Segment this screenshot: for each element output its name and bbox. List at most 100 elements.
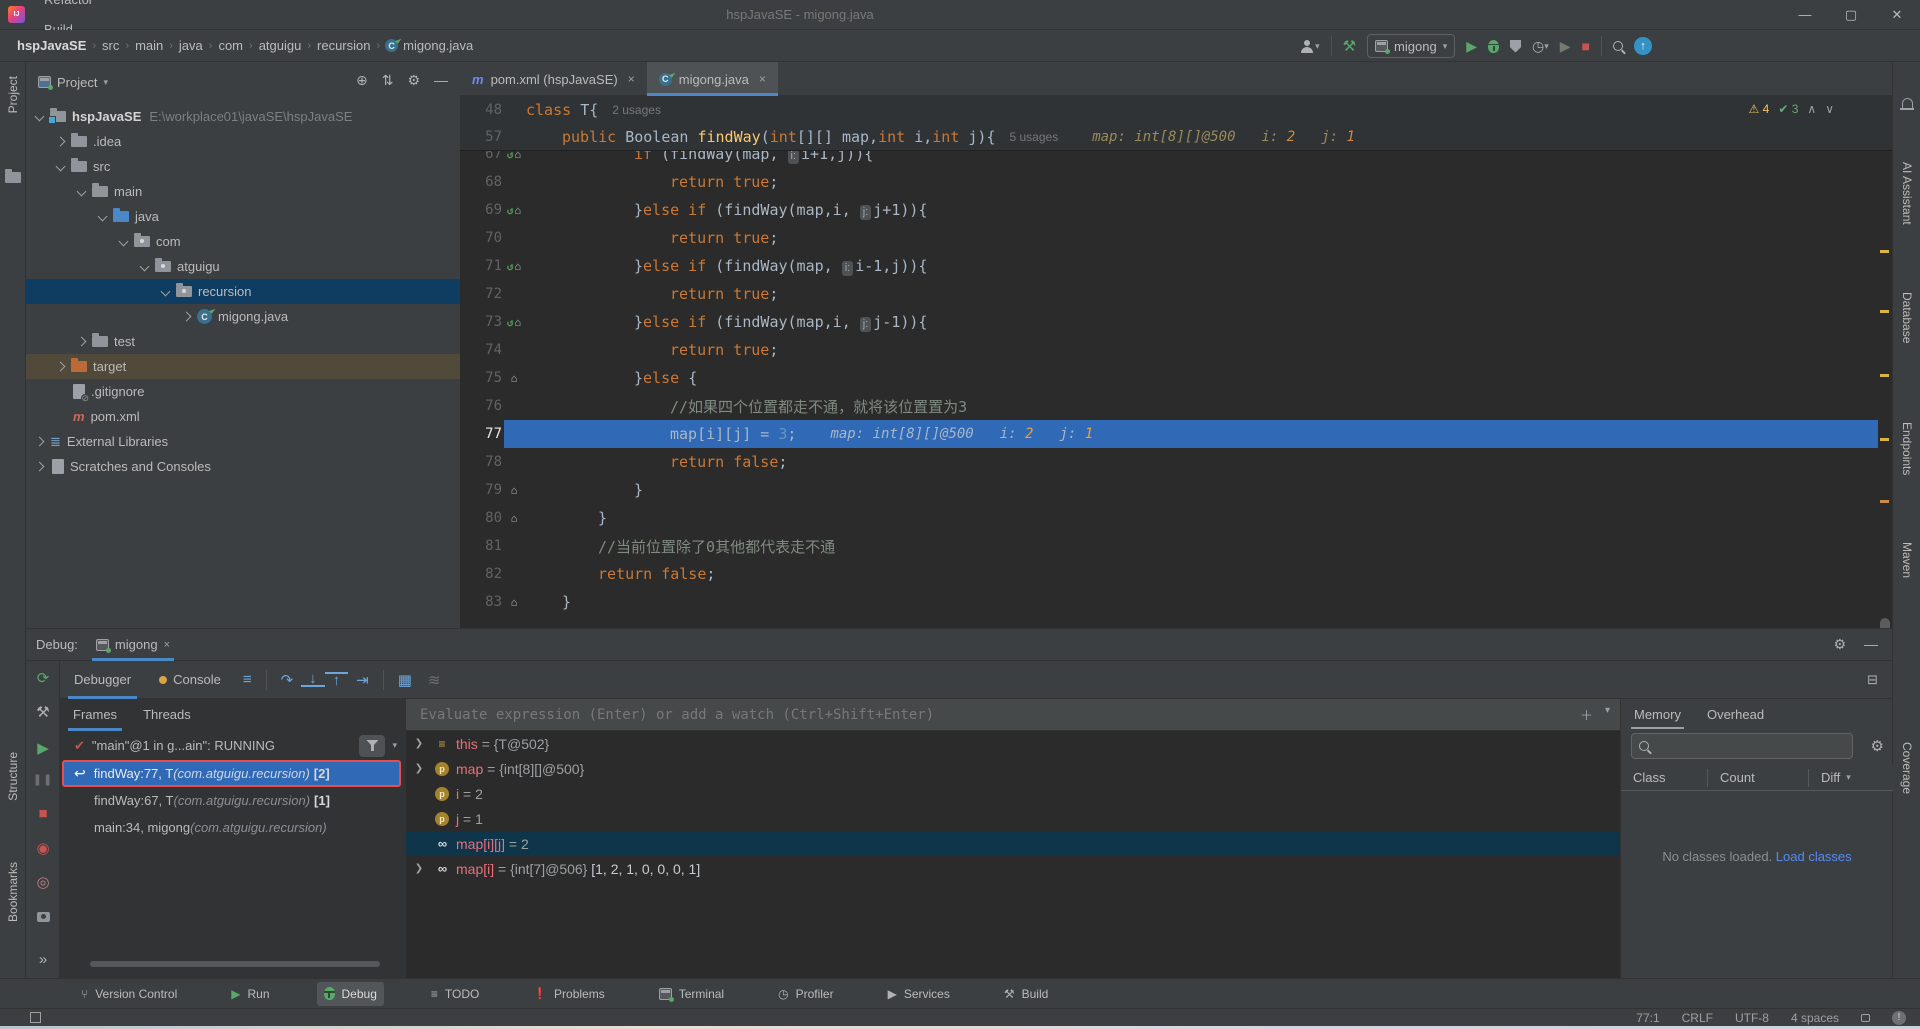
memory-column-diff[interactable]: Diff▾ bbox=[1809, 770, 1851, 785]
code-line-73[interactable]: 73↺⌂}else if (findWay(map,i, j:j-1)){ bbox=[460, 308, 1892, 336]
tree-item-hspJavaSE[interactable]: hspJavaSEE:\workplace01\javaSE\hspJavaSE bbox=[26, 104, 460, 129]
project-folder-icon[interactable] bbox=[0, 172, 26, 183]
tree-chevron-icon[interactable] bbox=[161, 287, 171, 297]
tree-item-recursion[interactable]: recursion bbox=[26, 279, 460, 304]
screenshot-icon[interactable] bbox=[26, 909, 60, 926]
tree-item-atguigu[interactable]: atguigu bbox=[26, 254, 460, 279]
toolwindow-button-terminal[interactable]: Terminal bbox=[652, 982, 731, 1006]
toolwindow-button-problems[interactable]: ❗Problems bbox=[526, 982, 611, 1006]
code-line-76[interactable]: 76//如果四个位置都走不通，就将该位置置为3 bbox=[460, 392, 1892, 420]
tree-chevron-icon[interactable] bbox=[77, 187, 87, 197]
tree-item-External-Libraries[interactable]: ≣External Libraries bbox=[26, 429, 460, 454]
stop-button[interactable]: ■ bbox=[1582, 38, 1590, 54]
tree-item-.gitignore[interactable]: .gitignore bbox=[26, 379, 460, 404]
inspections-widget[interactable]: ⚠ 4 ✔ 3 ∧ ∨ bbox=[1743, 100, 1840, 118]
frames-hscrollbar[interactable] bbox=[90, 961, 380, 967]
memory-search-input[interactable] bbox=[1631, 733, 1853, 759]
line-ending[interactable]: CRLF bbox=[1682, 1011, 1713, 1025]
code-line-70[interactable]: 70return true; bbox=[460, 224, 1892, 252]
settings-gear-icon[interactable]: ⚙ bbox=[1871, 737, 1884, 755]
expand-collapse-icon[interactable]: ⇅ bbox=[382, 72, 394, 89]
code-line-68[interactable]: 68return true; bbox=[460, 168, 1892, 196]
tool-strip-project[interactable]: Project bbox=[0, 76, 26, 113]
mute-breakpoints-icon[interactable]: ◎ bbox=[26, 873, 60, 891]
code-editor[interactable]: 67↺⌂if (findWay(map, i:i+1,j)){68return … bbox=[460, 96, 1892, 628]
breadcrumb-item-src[interactable]: src bbox=[99, 38, 122, 53]
frame-rollback-icon[interactable]: ↺ bbox=[507, 316, 514, 329]
tab-frames[interactable]: Frames bbox=[60, 699, 130, 731]
run-button[interactable]: ▶ bbox=[1466, 38, 1477, 55]
tree-chevron-icon[interactable] bbox=[35, 437, 45, 447]
step-out-icon[interactable]: ↑ bbox=[325, 672, 349, 687]
code-line-82[interactable]: 82return false; bbox=[460, 560, 1892, 588]
chevron-down-icon[interactable]: ▾ bbox=[392, 740, 397, 751]
tree-item-src[interactable]: src bbox=[26, 154, 460, 179]
editor-scrollbar[interactable] bbox=[1880, 618, 1890, 628]
settings-gear-icon[interactable]: ⚙ bbox=[407, 72, 420, 89]
rerun-icon[interactable]: ⟳ bbox=[26, 669, 60, 687]
tree-item-.idea[interactable]: .idea bbox=[26, 129, 460, 154]
breadcrumb-item-hspJavaSE[interactable]: hspJavaSE bbox=[14, 38, 89, 53]
caret-position[interactable]: 77:1 bbox=[1636, 1011, 1659, 1025]
frame-rollback-icon[interactable]: ↺ bbox=[507, 204, 514, 217]
variable-row-i[interactable]: pi = 2 bbox=[406, 781, 1620, 806]
debug-button[interactable] bbox=[1488, 40, 1499, 53]
toolwindow-button-debug[interactable]: Debug bbox=[317, 982, 384, 1006]
tab-debugger[interactable]: Debugger bbox=[60, 661, 145, 699]
toolwindow-button-build[interactable]: ⚒Build bbox=[997, 982, 1055, 1006]
tree-chevron-icon[interactable] bbox=[182, 312, 192, 322]
toolwindow-button-profiler[interactable]: ◷Profiler bbox=[771, 982, 841, 1006]
memory-column-class[interactable]: Class bbox=[1621, 770, 1707, 785]
lock-icon[interactable] bbox=[1861, 1014, 1870, 1022]
trace-icon[interactable]: ≋ bbox=[420, 671, 449, 689]
close-tab-icon[interactable]: × bbox=[164, 639, 170, 651]
next-problem-icon[interactable]: ∨ bbox=[1825, 102, 1834, 116]
breadcrumb-item-migong.java[interactable]: migong.java bbox=[400, 38, 476, 53]
tree-item-target[interactable]: target bbox=[26, 354, 460, 379]
tree-chevron-icon[interactable] bbox=[56, 362, 66, 372]
code-line-79[interactable]: 79⌂} bbox=[460, 476, 1892, 504]
tree-item-com[interactable]: com bbox=[26, 229, 460, 254]
stop-icon[interactable]: ■ bbox=[26, 805, 60, 822]
restore-layout-icon[interactable]: ⊟ bbox=[1867, 672, 1878, 688]
tree-item-java[interactable]: java bbox=[26, 204, 460, 229]
user-icon[interactable]: ▾ bbox=[1301, 40, 1320, 52]
editor-tab-migong.java[interactable]: Cmigong.java× bbox=[647, 62, 778, 96]
evaluate-expression-icon[interactable]: ▦ bbox=[390, 671, 420, 689]
add-watch-icon[interactable]: ＋ bbox=[1580, 705, 1593, 724]
step-into-icon[interactable]: ↓ bbox=[301, 672, 325, 687]
variable-row-mapi[interactable]: ❯∞map[i] = {int[7]@506} [1, 2, 1, 0, 0, … bbox=[406, 856, 1620, 881]
debug-session-tab[interactable]: migong × bbox=[92, 629, 174, 661]
usages-hint[interactable]: 2 usages bbox=[612, 103, 661, 117]
tab-memory[interactable]: Memory bbox=[1621, 699, 1694, 729]
tool-strip-endpoints[interactable]: Endpoints bbox=[1893, 422, 1920, 475]
tool-strip-bookmarks[interactable]: Bookmarks bbox=[0, 862, 26, 922]
load-classes-link[interactable]: Load classes bbox=[1776, 849, 1852, 864]
settings-gear-icon[interactable]: ⚙ bbox=[1833, 636, 1846, 653]
code-line-71[interactable]: 71↺⌂}else if (findWay(map, i:i-1,j)){ bbox=[460, 252, 1892, 280]
tree-item-migong.java[interactable]: Cmigong.java bbox=[26, 304, 460, 329]
resume-icon[interactable]: ▶ bbox=[26, 739, 60, 757]
search-everywhere-icon[interactable] bbox=[1613, 41, 1623, 51]
tree-chevron-icon[interactable] bbox=[140, 262, 150, 272]
stack-frame-row[interactable]: main:34, migong (com.atguigu.recursion) bbox=[60, 814, 405, 841]
tool-strip-coverage[interactable]: Coverage bbox=[1893, 742, 1920, 794]
breadcrumb-item-com[interactable]: com bbox=[215, 38, 246, 53]
variable-row-mapij[interactable]: ∞map[i][j] = 2 bbox=[406, 831, 1620, 856]
modify-run-config-icon[interactable]: ⚒ bbox=[26, 703, 60, 721]
ide-window-icon[interactable] bbox=[30, 1012, 41, 1023]
tree-chevron-icon[interactable] bbox=[77, 337, 87, 347]
tree-item-pom.xml[interactable]: mpom.xml bbox=[26, 404, 460, 429]
tree-chevron-icon[interactable] bbox=[98, 212, 108, 222]
layout-settings-icon[interactable]: ≡ bbox=[235, 671, 260, 688]
expand-chevron-icon[interactable]: ❯ bbox=[406, 863, 432, 874]
tree-chevron-icon[interactable] bbox=[35, 112, 45, 122]
project-panel-header[interactable]: Project ▾ ⊕ ⇅ ⚙ — bbox=[26, 62, 460, 102]
run-to-cursor-icon[interactable]: ⇥ bbox=[348, 671, 377, 689]
view-breakpoints-icon[interactable]: ◉ bbox=[26, 839, 60, 857]
hide-panel-icon[interactable]: — bbox=[1864, 636, 1878, 653]
evaluate-expression-input[interactable]: Evaluate expression (Enter) or add a wat… bbox=[406, 699, 1620, 731]
editor-tab-pom.xml[interactable]: mpom.xml (hspJavaSE)× bbox=[460, 62, 647, 96]
file-encoding[interactable]: UTF-8 bbox=[1735, 1011, 1769, 1025]
expand-chevron-icon[interactable]: ❯ bbox=[406, 763, 432, 774]
